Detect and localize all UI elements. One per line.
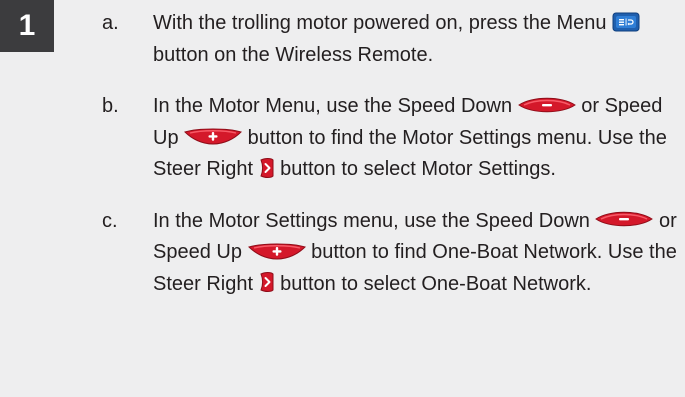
instruction-text: In the Motor Menu, use the Speed Down bbox=[153, 95, 518, 117]
item-letter: c. bbox=[102, 209, 118, 232]
instruction-item: b. In the Motor Menu, use the Speed Down … bbox=[102, 91, 682, 186]
instruction-text: button on the Wireless Remote. bbox=[153, 43, 434, 66]
item-letter: b. bbox=[102, 95, 119, 117]
item-letter: a. bbox=[102, 12, 119, 34]
instruction-item: c. In the Motor Settings menu, use the Sp… bbox=[102, 206, 682, 301]
item-text: In the Motor Menu, use the Speed Down or… bbox=[153, 91, 682, 186]
speed-up-button-icon bbox=[184, 127, 243, 145]
speed-down-button-icon bbox=[595, 210, 654, 228]
instruction-text: button to select One-Boat Network. bbox=[274, 272, 592, 295]
speed-up-button-icon bbox=[247, 242, 306, 260]
instruction-list: a. With the trolling motor powered on, pr… bbox=[102, 8, 682, 300]
item-text: With the trolling motor powered on, pres… bbox=[153, 8, 682, 71]
menu-button-icon bbox=[612, 12, 640, 32]
steer-right-button-icon bbox=[259, 157, 275, 179]
instruction-item: a. With the trolling motor powered on, pr… bbox=[102, 8, 682, 71]
instruction-text: With the trolling motor powered on, pres… bbox=[153, 12, 613, 34]
instruction-text: button to select Motor Settings. bbox=[274, 158, 556, 180]
steer-right-button-icon bbox=[259, 271, 275, 293]
item-text: In the Motor Settings menu, use the Spee… bbox=[153, 206, 682, 301]
step-number-badge: 1 bbox=[0, 0, 54, 52]
speed-down-button-icon bbox=[517, 96, 576, 114]
instruction-text: In the Motor Settings menu, use the Spee… bbox=[153, 209, 596, 232]
